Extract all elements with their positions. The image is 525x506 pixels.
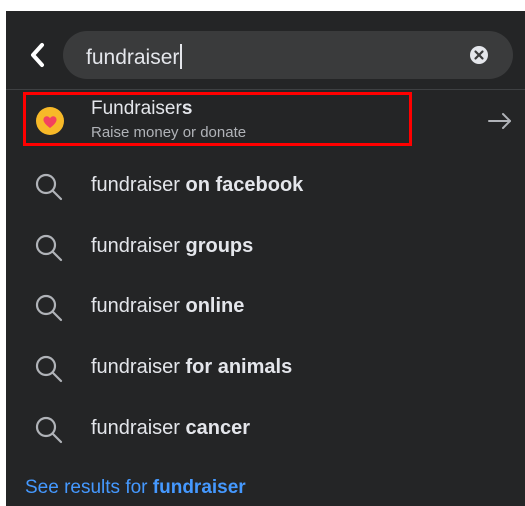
suggestion-text: fundraiser online <box>91 295 245 317</box>
search-icon <box>35 355 63 383</box>
suggestion-text: fundraiser groups <box>91 235 254 257</box>
chevron-left-icon <box>31 43 44 67</box>
fundraiser-heart-icon <box>35 106 65 136</box>
suggestion-item[interactable]: fundraiser online <box>6 280 525 336</box>
search-icon <box>35 294 63 322</box>
back-button[interactable] <box>25 39 51 71</box>
search-icon <box>35 416 63 444</box>
suggestion-text: fundraiser for animals <box>91 356 293 378</box>
clear-icon <box>470 46 488 64</box>
top-result-fundraisers[interactable]: Fundraisers Raise money or donate <box>6 90 525 150</box>
see-results-link[interactable]: See results for fundraiser <box>25 477 246 499</box>
top-result-subtitle: Raise money or donate <box>91 124 247 141</box>
suggestion-text: fundraiser cancer <box>91 417 250 439</box>
top-result-title: Fundraisers <box>91 98 193 119</box>
search-icon <box>35 234 63 262</box>
search-screen: fundraiser Fundraisers Raise money or do… <box>6 11 525 506</box>
suggestion-text: fundraiser on facebook <box>91 174 304 196</box>
suggestion-item[interactable]: fundraiser cancer <box>6 402 525 458</box>
suggestion-item[interactable]: fundraiser on facebook <box>6 159 525 215</box>
search-query-text[interactable]: fundraiser <box>86 44 183 70</box>
text-cursor <box>180 44 183 69</box>
suggestion-item[interactable]: fundraiser groups <box>6 220 525 276</box>
search-icon <box>35 173 63 201</box>
search-bar: fundraiser <box>6 11 525 89</box>
suggestion-item[interactable]: fundraiser for animals <box>6 341 525 397</box>
arrow-right-icon <box>487 111 513 131</box>
search-input[interactable]: fundraiser <box>63 31 513 79</box>
clear-search-button[interactable] <box>469 45 489 65</box>
